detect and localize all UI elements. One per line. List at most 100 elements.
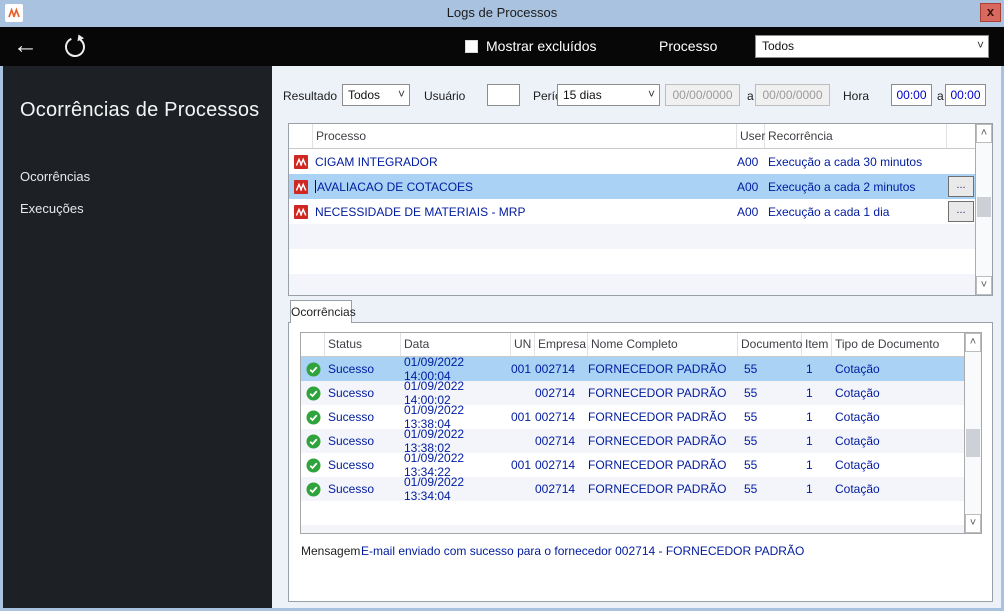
occurrence-date: 01/09/2022 (404, 427, 465, 441)
occurrence-tipo: Cotação (835, 410, 880, 424)
close-button[interactable]: x (980, 3, 1001, 22)
scroll-down-icon[interactable]: ˅ (976, 276, 992, 295)
occurrence-un: 001 (511, 410, 532, 424)
process-filter-select[interactable]: Todos ˅ (755, 35, 989, 58)
occurrence-nome: FORNECEDOR PADRÃO (588, 362, 727, 376)
occurrence-nome: FORNECEDOR PADRÃO (588, 386, 727, 400)
occurrence-tipo: Cotação (835, 482, 880, 496)
hora-label: Hora (843, 89, 870, 103)
table-row[interactable]: Sucesso 01/09/202214:00:02 002714 FORNEC… (301, 379, 964, 407)
table-row[interactable]: CIGAM INTEGRADOR A00 Execução a cada 30 … (289, 149, 975, 174)
occurrence-date: 01/09/2022 (404, 357, 465, 369)
occurrences-table-body: Sucesso 01/09/202214:00:04 001 002714 FO… (301, 357, 964, 533)
scroll-down-icon[interactable]: ˅ (965, 514, 981, 533)
page-title: Ocorrências de Processos (20, 99, 260, 121)
table-row[interactable]: Sucesso 01/09/202213:38:02 002714 FORNEC… (301, 427, 964, 455)
resultado-value: Todos (348, 88, 381, 102)
row-more-button[interactable]: ... (948, 176, 974, 197)
success-check-icon (301, 362, 325, 377)
window-title: Logs de Processos (446, 5, 558, 20)
occurrence-empresa: 002714 (535, 482, 576, 496)
sidebar-item-execucoes[interactable]: Execuções (20, 201, 84, 216)
col-processo: Processo (313, 124, 737, 148)
periodo-select[interactable]: 15 dias ˅ (557, 84, 660, 106)
occurrences-table-header: Status Data UN Empresa Nome Completo Doc… (301, 333, 981, 357)
sidebar-item-ocorrencias[interactable]: Ocorrências (20, 169, 90, 184)
scroll-up-icon[interactable]: ˄ (965, 333, 981, 352)
process-recorrencia: Execução a cada 2 minutos (768, 179, 916, 194)
occurrence-empresa: 002714 (535, 362, 576, 376)
occurrence-empresa: 002714 (535, 386, 576, 400)
scrollbar-thumb[interactable] (977, 197, 991, 217)
process-table-scrollbar[interactable]: ˄ ˅ (975, 124, 992, 295)
success-check-icon (301, 458, 325, 473)
process-table-body: CIGAM INTEGRADOR A00 Execução a cada 30 … (289, 149, 975, 295)
row-more-button[interactable]: ... (948, 201, 974, 222)
occurrence-status: Sucesso (328, 458, 375, 472)
success-check-icon (301, 386, 325, 401)
occurrence-status: Sucesso (328, 434, 375, 448)
process-user: A00 (737, 204, 759, 219)
table-row[interactable]: Sucesso 01/09/202213:34:22 001 002714 FO… (301, 451, 964, 479)
hora-from-input[interactable] (891, 84, 932, 106)
icon-column-header (289, 124, 313, 148)
occurrence-documento: 55 (744, 386, 758, 400)
process-user: A00 (737, 154, 759, 169)
table-row[interactable]: Sucesso 01/09/202213:34:04 002714 FORNEC… (301, 475, 964, 503)
sidebar: Ocorrências de Processos Ocorrências Exe… (3, 66, 272, 608)
table-row[interactable]: AVALIACAO DE COTACOES A00 Execução a cad… (289, 174, 975, 199)
scrollbar-thumb[interactable] (966, 429, 980, 457)
process-name: AVALIACAO DE COTACOES (313, 180, 737, 194)
refresh-icon[interactable] (62, 34, 88, 60)
cigam-process-icon (289, 204, 313, 219)
chevron-down-icon: ˅ (976, 38, 984, 52)
date-separator-label: a (747, 89, 754, 103)
process-empty-row (289, 224, 975, 249)
process-empty-row (289, 274, 975, 295)
occurrence-time: 13:34:04 (404, 489, 451, 503)
occurrence-documento: 55 (744, 482, 758, 496)
occurrence-documento: 55 (744, 434, 758, 448)
occurrence-item: 1 (806, 482, 813, 496)
table-row[interactable]: Sucesso 01/09/202213:38:04 001 002714 FO… (301, 403, 964, 431)
cigam-process-icon (289, 179, 313, 194)
process-recorrencia: Execução a cada 1 dia (768, 204, 890, 219)
tab-ocorrencias[interactable]: Ocorrências (290, 300, 356, 323)
scroll-up-icon[interactable]: ˄ (976, 124, 992, 143)
col-nome-completo: Nome Completo (588, 333, 738, 356)
table-row[interactable]: Sucesso 01/09/202214:00:04 001 002714 FO… (301, 357, 964, 383)
col-empresa: Empresa (535, 333, 588, 356)
resultado-select[interactable]: Todos ˅ (342, 84, 410, 106)
col-data: Data (401, 333, 511, 356)
process-filter-label: Processo (659, 38, 718, 54)
date-to-input (755, 84, 830, 106)
occurrences-table: Status Data UN Empresa Nome Completo Doc… (300, 332, 982, 534)
occurrence-item: 1 (806, 458, 813, 472)
back-arrow-icon[interactable]: ← (13, 27, 38, 66)
show-excluded-checkbox[interactable] (465, 40, 478, 53)
process-filter-value: Todos (762, 39, 795, 53)
occurrence-empresa: 002714 (535, 434, 576, 448)
occurrence-nome: FORNECEDOR PADRÃO (588, 482, 727, 496)
hora-to-input[interactable] (945, 84, 986, 106)
occurrence-documento: 55 (744, 362, 758, 376)
occurrence-nome: FORNECEDOR PADRÃO (588, 434, 727, 448)
col-user: User (737, 124, 765, 148)
mensagem-label: Mensagem (301, 544, 361, 558)
usuario-label: Usuário (424, 89, 466, 103)
occurrence-status: Sucesso (328, 386, 375, 400)
table-row[interactable]: NECESSIDADE DE MATERIAIS - MRP A00 Execu… (289, 199, 975, 224)
occurrence-date: 01/09/2022 (404, 451, 465, 465)
show-excluded-label: Mostrar excluídos (486, 38, 597, 54)
success-check-icon (301, 434, 325, 449)
col-documento: Documento (738, 333, 802, 356)
titlebar: Logs de Processos x (0, 0, 1004, 27)
occurrence-documento: 55 (744, 410, 758, 424)
occurrences-table-scrollbar[interactable]: ˄ ˅ (964, 333, 981, 533)
occurrence-documento: 55 (744, 458, 758, 472)
col-recorrencia: Recorrência (765, 124, 947, 148)
usuario-input[interactable] (487, 84, 520, 106)
hora-separator-label: a (937, 89, 944, 103)
occurrence-empresa: 002714 (535, 410, 576, 424)
occurrence-tipo: Cotação (835, 458, 880, 472)
